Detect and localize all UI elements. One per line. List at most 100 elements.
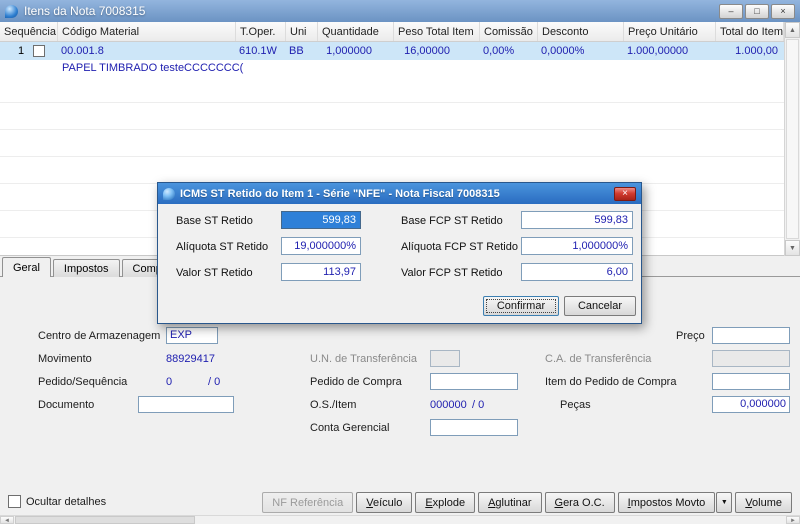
preco-label: Preço [676, 330, 705, 342]
valor-st-retido-label: Valor ST Retido [176, 267, 253, 279]
ca-transferencia-label: C.A. de Transferência [545, 353, 652, 365]
nf-referencia-button: NF Referência [262, 492, 354, 513]
col-header-codigo-material[interactable]: Código Material [58, 22, 236, 41]
conta-gerencial-input[interactable] [430, 419, 518, 436]
veiculo-button[interactable]: Veículo [356, 492, 413, 513]
scroll-up-button[interactable]: ▲ [785, 22, 800, 38]
minimize-button[interactable]: – [719, 3, 743, 19]
tab-geral[interactable]: Geral [2, 257, 51, 277]
cell-peso-total-item: 16,00000 [404, 45, 450, 57]
ocultar-detalhes[interactable]: Ocultar detalhes [8, 495, 106, 508]
dialog-close-button[interactable]: × [614, 186, 636, 201]
col-header-comissao[interactable]: Comissão [480, 22, 538, 41]
empty-row [0, 130, 784, 157]
items-window: Itens da Nota 7008315 – □ × Sequência Có… [0, 0, 800, 524]
aliquota-st-retido-input[interactable]: 19,000000% [281, 237, 361, 255]
horizontal-scroll-thumb[interactable] [15, 516, 195, 524]
cell-sequencia: 1 [0, 43, 58, 59]
movimento-label: Movimento [38, 353, 92, 365]
pedido-sequencia-label: Pedido/Sequência [38, 376, 128, 388]
pedido-sequencia-value2: / 0 [208, 376, 221, 388]
close-button[interactable]: × [771, 3, 795, 19]
table-row[interactable]: 1 00.001.8 610.1W BB 1,000000 16,00000 0… [0, 42, 784, 60]
impostos-movto-dropdown[interactable]: ▼ [716, 492, 733, 513]
pecas-input[interactable]: 0,000000 [712, 396, 790, 413]
pedido-sequencia-value: 0 [166, 376, 173, 388]
cell-quantidade: 1,000000 [326, 45, 372, 57]
maximize-button[interactable]: □ [745, 3, 769, 19]
os-item-value2: / 0 [472, 399, 485, 411]
impostos-movto-button[interactable]: Impostos Movto [617, 492, 716, 513]
dialog-body: Base ST Retido 599,83 Base FCP ST Retido… [158, 204, 641, 324]
col-header-uni[interactable]: Uni [286, 22, 318, 41]
valor-fcp-st-retido-label: Valor FCP ST Retido [401, 267, 503, 279]
centro-armazenagem-input[interactable]: EXP [166, 327, 218, 344]
cell-desconto: 0,0000% [541, 45, 585, 57]
ocultar-detalhes-checkbox[interactable] [8, 495, 21, 508]
cell-total-do-item: 1.000,00 [735, 45, 778, 57]
col-header-t-oper[interactable]: T.Oper. [236, 22, 286, 41]
window-titlebar: Itens da Nota 7008315 – □ × [0, 0, 800, 22]
pecas-label: Peças [560, 399, 591, 411]
dialog-title: ICMS ST Retido do Item 1 - Série "NFE" -… [180, 187, 500, 200]
dialog-titlebar: ICMS ST Retido do Item 1 - Série "NFE" -… [158, 183, 641, 204]
empty-row [0, 157, 784, 184]
aliquota-st-retido-label: Alíquota ST Retido [176, 241, 269, 253]
grid-vertical-scrollbar[interactable]: ▲ ▼ [784, 22, 800, 256]
os-item-value: 000000 [430, 399, 467, 411]
col-header-quantidade[interactable]: Quantidade [318, 22, 394, 41]
cell-uni: BB [289, 45, 304, 57]
col-header-total-do-item[interactable]: Total do Item [716, 22, 784, 41]
scroll-thumb[interactable] [786, 39, 799, 239]
movimento-value: 88929417 [166, 353, 215, 365]
col-header-peso-total-item[interactable]: Peso Total Item [394, 22, 480, 41]
base-st-retido-label: Base ST Retido [176, 215, 253, 227]
ca-transferencia-input [712, 350, 790, 367]
documento-input[interactable] [138, 396, 234, 413]
cell-comissao: 0,00% [483, 45, 515, 57]
icms-st-dialog: ICMS ST Retido do Item 1 - Série "NFE" -… [157, 182, 642, 324]
centro-armazenagem-label: Centro de Armazenagem [38, 330, 161, 342]
base-st-retido-input[interactable]: 599,83 [281, 211, 361, 229]
ocultar-detalhes-label: Ocultar detalhes [26, 495, 107, 508]
documento-label: Documento [38, 399, 95, 411]
cell-preco-unitario: 1.000,00000 [627, 45, 689, 57]
scroll-left-button[interactable]: ◄ [0, 516, 14, 524]
tab-impostos[interactable]: Impostos [52, 259, 120, 277]
confirmar-button[interactable]: Confirmar [483, 296, 559, 316]
pedido-compra-label: Pedido de Compra [310, 376, 402, 388]
base-fcp-st-retido-input[interactable]: 599,83 [521, 211, 633, 229]
explode-button[interactable]: Explode [415, 492, 476, 513]
base-fcp-st-retido-label: Base FCP ST Retido [401, 215, 503, 227]
scroll-right-button[interactable]: ► [786, 516, 800, 524]
cell-t-oper: 610.1W [239, 45, 277, 57]
dialog-icon [163, 187, 175, 200]
aglutinar-button[interactable]: Aglutinar [478, 492, 542, 513]
aliquota-fcp-st-retido-label: Alíquota FCP ST Retido [401, 241, 518, 253]
row-checkbox[interactable] [33, 45, 46, 57]
col-header-desconto[interactable]: Desconto [538, 22, 624, 41]
aliquota-fcp-st-retido-input[interactable]: 1,000000% [521, 237, 633, 255]
scroll-down-button[interactable]: ▼ [785, 240, 800, 256]
horizontal-scrollbar[interactable]: ◄ ► [0, 515, 800, 524]
item-pedido-compra-input[interactable] [712, 373, 790, 390]
un-transferencia-input [430, 350, 460, 367]
os-item-label: O.S./Item [310, 399, 357, 411]
gera-oc-button[interactable]: Gera O.C. [544, 492, 615, 513]
valor-fcp-st-retido-input[interactable]: 6,00 [521, 263, 633, 281]
col-header-preco-unitario[interactable]: Preço Unitário [624, 22, 716, 41]
dropdown-icon: ▼ [720, 499, 728, 506]
pedido-compra-input[interactable] [430, 373, 518, 390]
cancelar-button[interactable]: Cancelar [564, 296, 636, 316]
valor-st-retido-input[interactable]: 113,97 [281, 263, 361, 281]
grid-header: Sequência Código Material T.Oper. Uni Qu… [0, 22, 784, 42]
window-controls: – □ × [719, 3, 795, 19]
preco-input[interactable] [712, 327, 790, 344]
footer-buttons: NF Referência Veículo Explode Aglutinar … [262, 492, 792, 513]
un-transferencia-label: U.N. de Transferência [310, 353, 417, 365]
empty-row [0, 103, 784, 130]
col-header-sequencia[interactable]: Sequência [0, 22, 58, 41]
row-description[interactable]: PAPEL TIMBRADO testeCCCCCCC( [0, 60, 784, 76]
volume-button[interactable]: Volume [735, 492, 792, 513]
item-pedido-compra-label: Item do Pedido de Compra [545, 376, 677, 388]
